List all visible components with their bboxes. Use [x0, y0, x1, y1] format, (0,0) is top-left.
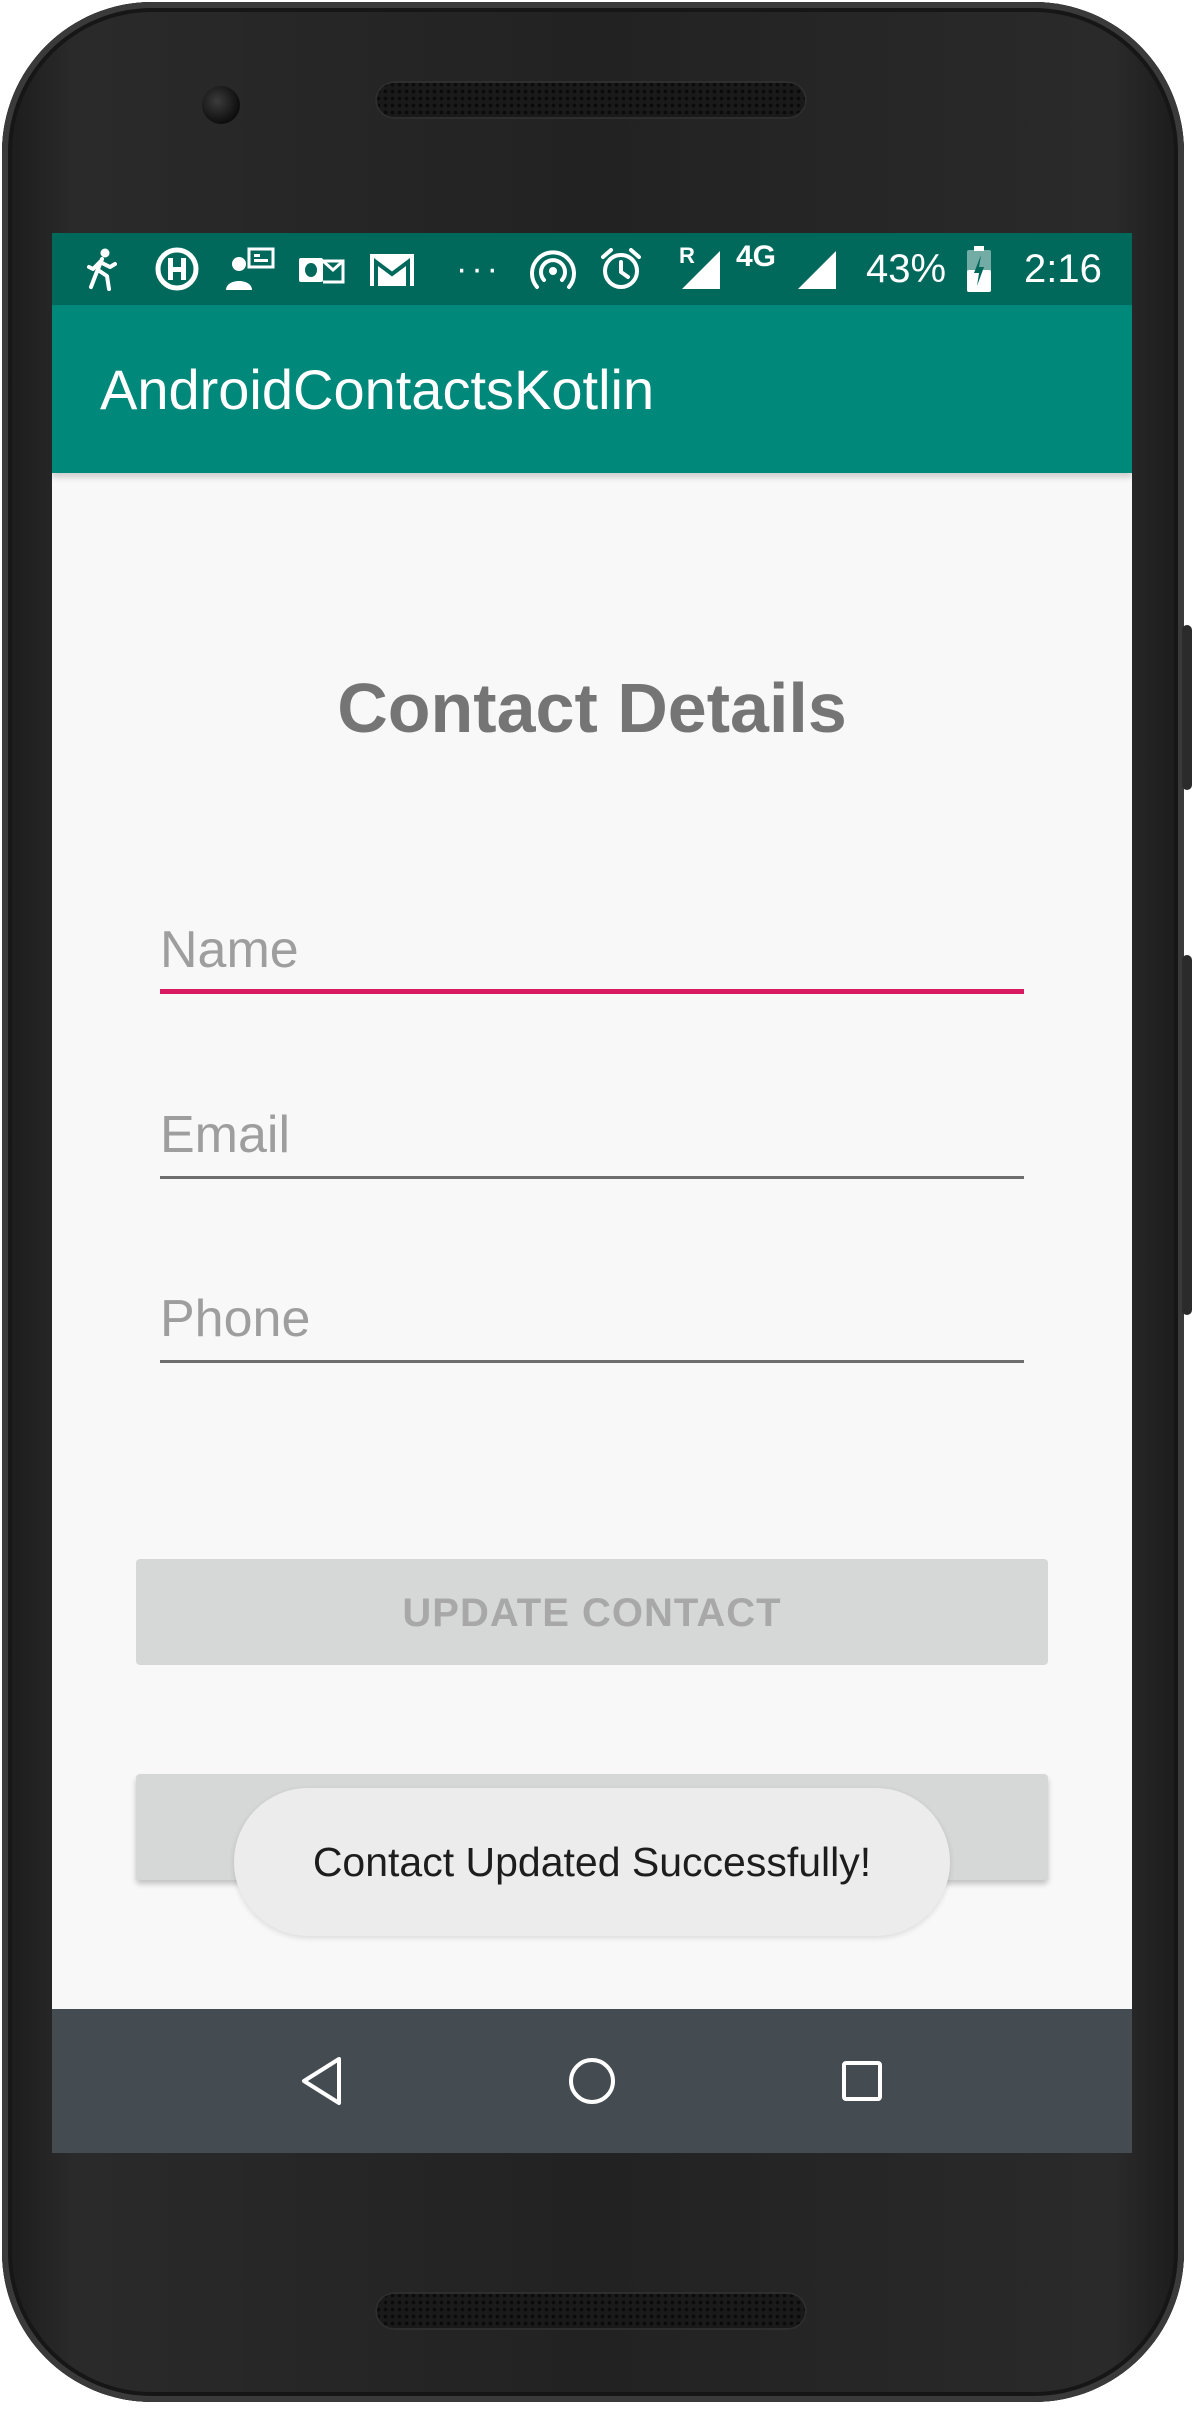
- contact-card-icon: [222, 246, 276, 292]
- screen: ··· R 4G 43% 2:16 AndroidContactsKotlin …: [52, 233, 1132, 2153]
- status-bar: ··· R 4G 43% 2:16: [52, 233, 1132, 305]
- back-icon[interactable]: [286, 2045, 358, 2117]
- phone-underline: [160, 1360, 1024, 1363]
- earpiece-speaker: [375, 81, 807, 119]
- notification-overflow: ···: [456, 250, 502, 288]
- battery-percent: 43%: [866, 247, 947, 291]
- app-title: AndroidContactsKotlin: [100, 358, 655, 421]
- power-button: [1182, 625, 1192, 790]
- toast-message: Contact Updated Successfully!: [234, 1788, 950, 1936]
- front-camera: [202, 86, 240, 124]
- name-field[interactable]: [160, 914, 1024, 994]
- contact-details-form: Contact Details UPDATE CONTACT PICK CONT…: [52, 473, 1132, 2009]
- home-icon[interactable]: [556, 2045, 628, 2117]
- hotspot-icon: [528, 246, 578, 292]
- network-type: 4G: [736, 240, 777, 273]
- clock: 2:16: [1024, 247, 1102, 291]
- hangouts-icon: [152, 246, 202, 292]
- battery-icon: [964, 246, 994, 292]
- signal-icon: [676, 246, 724, 292]
- name-input[interactable]: [160, 914, 1024, 986]
- outlook-icon: [295, 246, 347, 292]
- bottom-speaker: [375, 2292, 807, 2330]
- phone-field[interactable]: [160, 1283, 1024, 1363]
- navigation-bar: [52, 2009, 1132, 2153]
- app-bar: AndroidContactsKotlin: [52, 305, 1132, 473]
- alarm-icon: [597, 246, 645, 292]
- email-field[interactable]: [160, 1099, 1024, 1179]
- name-underline: [160, 989, 1024, 994]
- page-title: Contact Details: [337, 669, 847, 747]
- signal-strength-icon: [792, 246, 840, 292]
- volume-rocker: [1182, 955, 1192, 1315]
- gmail-icon: [366, 246, 418, 292]
- phone-input[interactable]: [160, 1283, 1024, 1355]
- email-underline: [160, 1176, 1024, 1179]
- walk-icon: [82, 246, 122, 292]
- recents-icon[interactable]: [826, 2045, 898, 2117]
- update-contact-button[interactable]: UPDATE CONTACT: [136, 1559, 1048, 1665]
- email-input[interactable]: [160, 1099, 1024, 1171]
